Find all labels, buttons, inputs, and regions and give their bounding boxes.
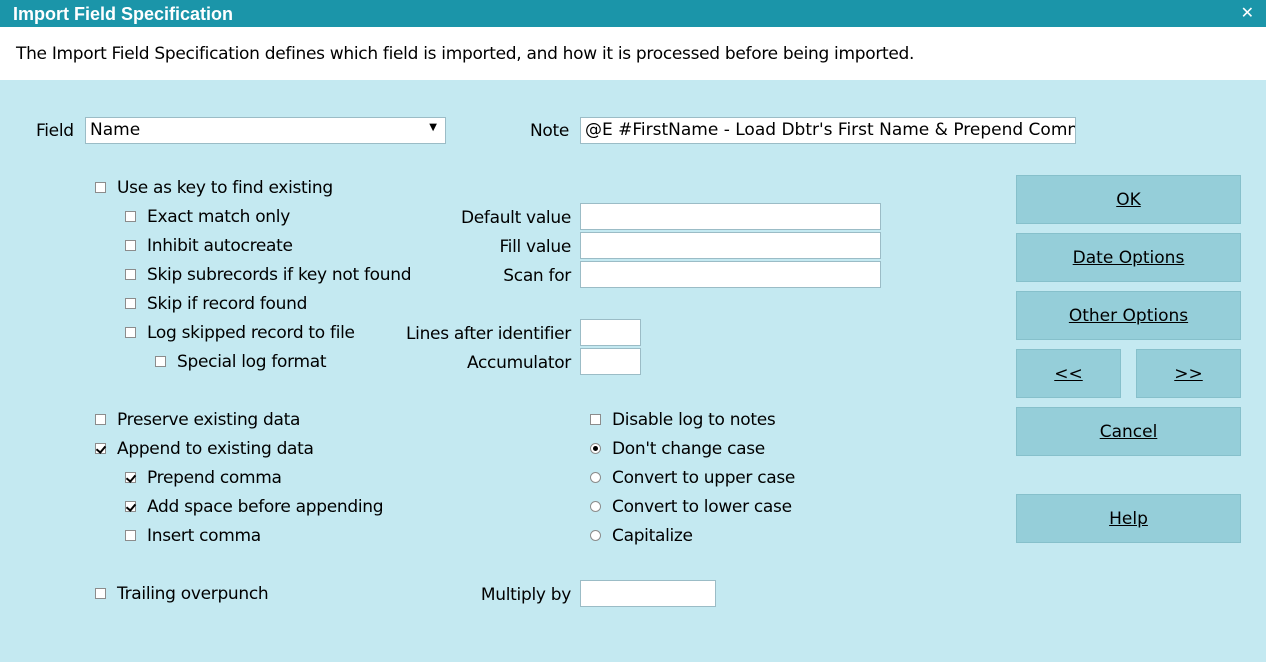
capitalize-radio[interactable] [590, 530, 601, 541]
note-input[interactable]: @E #FirstName - Load Dbtr's First Name &… [580, 117, 1076, 144]
cancel-button[interactable]: Cancel [1016, 407, 1241, 456]
multiply-by-input[interactable] [580, 580, 716, 607]
default-value-input[interactable] [580, 203, 881, 230]
lines-after-label: Lines after identifier [405, 324, 571, 344]
skip-subrecords-checkbox[interactable] [125, 269, 136, 280]
fill-value-input[interactable] [580, 232, 881, 259]
scan-for-input[interactable] [580, 261, 881, 288]
help-button-label: Help [1109, 508, 1148, 529]
special-log-label: Special log format [177, 352, 327, 372]
next-button-label: >> [1174, 363, 1203, 384]
description-band: The Import Field Specification defines w… [0, 27, 1266, 80]
date-options-button[interactable]: Date Options [1016, 233, 1241, 282]
skip-if-found-checkbox[interactable] [125, 298, 136, 309]
prepend-comma-label: Prepend comma [147, 468, 282, 488]
note-input-value: @E #FirstName - Load Dbtr's First Name &… [585, 120, 1076, 140]
insert-comma-label: Insert comma [147, 526, 261, 546]
lower-case-radio[interactable] [590, 501, 601, 512]
append-existing-checkbox[interactable] [95, 443, 106, 454]
close-icon[interactable]: ✕ [1241, 3, 1254, 22]
add-space-checkbox[interactable] [125, 501, 136, 512]
field-select-value: Name [90, 120, 141, 140]
preserve-existing-label: Preserve existing data [117, 410, 301, 430]
previous-button-label: << [1054, 363, 1083, 384]
chevron-down-icon[interactable]: ▼ [429, 122, 437, 133]
inhibit-autocreate-checkbox[interactable] [125, 240, 136, 251]
upper-case-label: Convert to upper case [612, 468, 796, 488]
preserve-existing-checkbox[interactable] [95, 414, 106, 425]
accumulator-label: Accumulator [466, 353, 571, 373]
log-skipped-label: Log skipped record to file [147, 323, 355, 343]
field-label: Field [36, 121, 74, 141]
disable-log-label: Disable log to notes [612, 410, 776, 430]
dont-change-case-label: Don't change case [612, 439, 765, 459]
date-options-button-label: Date Options [1072, 247, 1185, 268]
ok-button[interactable]: OK [1016, 175, 1241, 224]
fill-value-label: Fill value [499, 237, 571, 257]
trailing-overpunch-checkbox[interactable] [95, 588, 106, 599]
field-select[interactable]: Name ▼ [85, 117, 446, 144]
use-as-key-checkbox[interactable] [95, 182, 106, 193]
add-space-label: Add space before appending [147, 497, 384, 517]
accumulator-input[interactable] [580, 348, 641, 375]
other-options-button[interactable]: Other Options [1016, 291, 1241, 340]
multiply-by-label: Multiply by [480, 585, 571, 605]
lower-case-label: Convert to lower case [612, 497, 792, 517]
special-log-checkbox[interactable] [155, 356, 166, 367]
trailing-overpunch-label: Trailing overpunch [117, 584, 269, 604]
upper-case-radio[interactable] [590, 472, 601, 483]
insert-comma-checkbox[interactable] [125, 530, 136, 541]
default-value-label: Default value [460, 208, 571, 228]
description-text: The Import Field Specification defines w… [16, 44, 915, 64]
append-existing-label: Append to existing data [117, 439, 314, 459]
cancel-button-label: Cancel [1099, 421, 1158, 442]
dont-change-case-radio[interactable] [590, 443, 601, 454]
previous-button[interactable]: << [1016, 349, 1121, 398]
prepend-comma-checkbox[interactable] [125, 472, 136, 483]
note-label: Note [530, 121, 570, 141]
capitalize-label: Capitalize [612, 526, 693, 546]
log-skipped-checkbox[interactable] [125, 327, 136, 338]
inhibit-autocreate-label: Inhibit autocreate [147, 236, 293, 256]
ok-button-label: OK [1116, 189, 1141, 210]
lines-after-input[interactable] [580, 319, 641, 346]
exact-match-checkbox[interactable] [125, 211, 136, 222]
disable-log-checkbox[interactable] [590, 414, 601, 425]
other-options-button-label: Other Options [1068, 305, 1189, 326]
exact-match-label: Exact match only [147, 207, 290, 227]
title-bar: Import Field Specification ✕ [0, 0, 1266, 27]
skip-if-found-label: Skip if record found [147, 294, 308, 314]
scan-for-label: Scan for [503, 266, 571, 286]
help-button[interactable]: Help [1016, 494, 1241, 543]
next-button[interactable]: >> [1136, 349, 1241, 398]
window-title: Import Field Specification [13, 4, 234, 24]
use-as-key-label: Use as key to find existing [117, 178, 333, 198]
